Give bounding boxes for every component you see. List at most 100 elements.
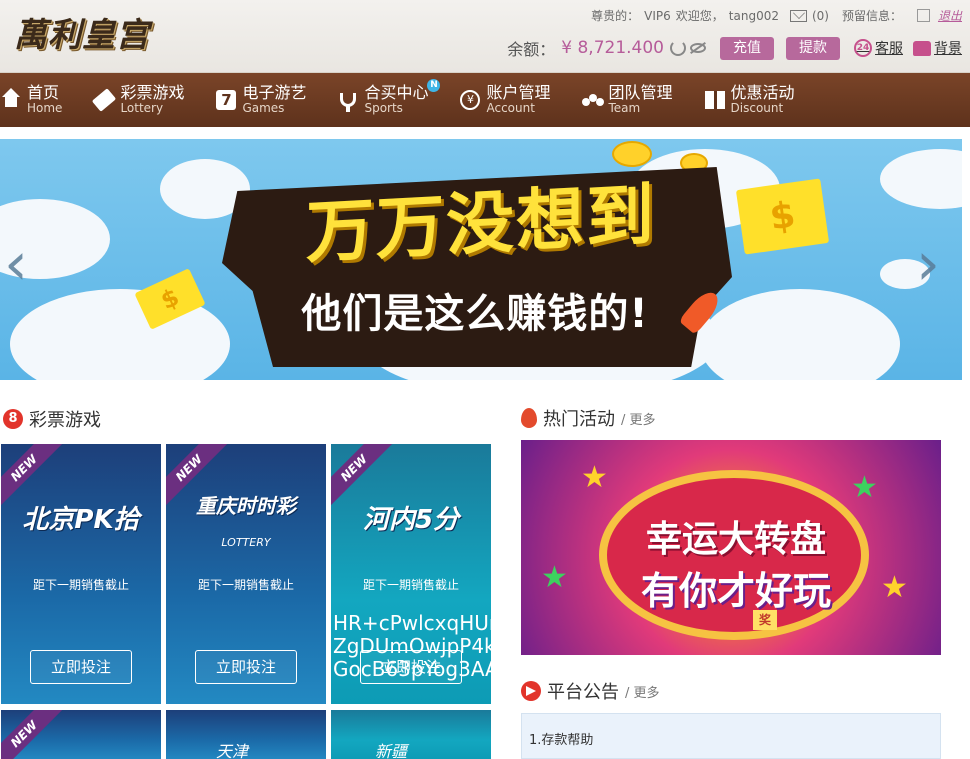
nav-label-en: Games bbox=[242, 101, 285, 116]
sale-deadline-label: 距下一期销售截止 bbox=[362, 578, 459, 592]
lottery-card-tianjin[interactable]: 天津 bbox=[166, 710, 326, 759]
nav-label-en: Team bbox=[608, 101, 641, 116]
section-title-text: 热门活动 bbox=[543, 409, 615, 430]
username: tang002 bbox=[728, 8, 779, 23]
nav-item-account[interactable]: ¥ 账户管理 Account bbox=[459, 73, 551, 127]
greeting-text: 尊贵的： bbox=[591, 9, 640, 23]
customer-service-label: 客服 bbox=[875, 41, 903, 57]
notice-list: 1.存款帮助 bbox=[521, 713, 941, 759]
hide-balance-icon[interactable] bbox=[690, 43, 706, 53]
lottery-card-cqssc[interactable]: NEW 重庆时时彩 LOTTERY 距下一期销售截止 立即投注 bbox=[166, 444, 326, 704]
lottery-card-bjpk10[interactable]: NEW 北京PK拾 距下一期销售截止 立即投注 bbox=[1, 444, 161, 704]
lucky-wheel-promo[interactable]: ★ ★ ★ ★ 幸运大转盘 有你才好玩 奖 bbox=[521, 440, 941, 655]
nav-item-games[interactable]: 7 电子游艺 Games bbox=[215, 73, 306, 127]
nav-item-team[interactable]: 团队管理 Team bbox=[581, 73, 673, 127]
prize-tag: 奖 bbox=[753, 610, 777, 630]
bet-now-button[interactable]: 立即投注 bbox=[195, 650, 297, 684]
logo-text: 萬利皇宫 bbox=[14, 15, 150, 54]
section-title-text: 平台公告 bbox=[547, 682, 619, 703]
new-ribbon: NEW bbox=[1, 444, 63, 507]
promo-banner[interactable]: $ $ 万万没想到 他们是这么赚钱的! ‹ › bbox=[0, 139, 962, 380]
nav-item-home[interactable]: 首页 Home bbox=[0, 73, 62, 127]
game-name: 重庆时时彩 bbox=[196, 494, 296, 518]
deposit-button[interactable]: 充值 bbox=[720, 36, 774, 60]
notice-title: 平台公告 / 更多 bbox=[521, 678, 660, 704]
sale-deadline-label: 距下一期销售截止 bbox=[32, 578, 129, 592]
banner-prev-arrow[interactable]: ‹ bbox=[4, 234, 28, 294]
lottery-section-title: 8 彩票游戏 bbox=[3, 406, 101, 432]
gift-icon bbox=[704, 89, 726, 111]
star-decoration: ★ bbox=[851, 470, 878, 505]
slot-seven-icon: 7 bbox=[215, 89, 237, 111]
background-theme-link[interactable]: 背景 bbox=[913, 38, 962, 58]
new-ribbon: NEW bbox=[1, 710, 63, 759]
more-link[interactable]: / 更多 bbox=[625, 682, 660, 701]
nav-label-cn: 首页 bbox=[27, 83, 60, 103]
vip-level: VIP6 bbox=[644, 8, 671, 23]
more-link[interactable]: / 更多 bbox=[621, 409, 656, 428]
fire-icon bbox=[521, 408, 537, 428]
game-name: 河内5分 bbox=[362, 505, 460, 535]
notice-item[interactable]: 1.存款帮助 bbox=[529, 729, 593, 748]
ticket-icon bbox=[92, 88, 117, 112]
lottery-card-hanoi5[interactable]: NEW 河内5分 距下一期销售截止 立即投注 HR+cPwlcxqHUmJpZg… bbox=[331, 444, 491, 704]
section-title-text: 彩票游戏 bbox=[29, 410, 101, 431]
nav-item-discount[interactable]: 优惠活动 Discount bbox=[704, 73, 795, 127]
overflow-text: HR+cPwlcxqHUmJpZgDUmOwjpP4k4ceGocB63pYog… bbox=[333, 611, 491, 681]
hot-activities-title: 热门活动 / 更多 bbox=[521, 405, 656, 431]
balance-value: ¥ 8,721.400 bbox=[561, 38, 664, 58]
customer-service-link[interactable]: 24 客服 bbox=[854, 38, 903, 58]
star-decoration: ★ bbox=[541, 560, 568, 595]
welcome-text: 欢迎您， bbox=[675, 9, 724, 23]
nav-item-lottery[interactable]: 彩票游戏 Lottery bbox=[92, 73, 185, 127]
game-subtitle: LOTTERY bbox=[221, 536, 271, 549]
lottery-card[interactable]: NEW bbox=[1, 710, 161, 759]
promo-line-2: 有你才好玩 bbox=[640, 569, 831, 613]
nav-label-cn: 账户管理 bbox=[486, 83, 551, 103]
coin-icon: ¥ bbox=[459, 89, 481, 111]
team-icon bbox=[581, 89, 604, 111]
site-header: 萬利皇宫 尊贵的： VIP6 欢迎您， tang002 (0) 预留信息： 退出… bbox=[0, 0, 970, 73]
nav-label-cn: 电子游艺 bbox=[242, 83, 307, 103]
new-badge: N bbox=[427, 79, 441, 92]
nav-label-cn: 合买中心 bbox=[364, 83, 429, 103]
game-name: 新疆 bbox=[375, 742, 408, 759]
coin-decoration bbox=[612, 141, 652, 167]
lottery-ball-icon: 8 bbox=[3, 409, 23, 429]
nav-label-en: Discount bbox=[730, 101, 784, 116]
mail-count[interactable]: (0) bbox=[812, 9, 829, 23]
nav-label-en: Lottery bbox=[120, 101, 164, 116]
mail-icon[interactable] bbox=[789, 9, 807, 22]
background-theme-label: 背景 bbox=[934, 41, 962, 57]
bet-now-button[interactable]: 立即投注 bbox=[30, 650, 132, 684]
main-nav: 首页 Home 彩票游戏 Lottery 7 电子游艺 Games 合买中心 Sport… bbox=[0, 73, 970, 127]
nav-label-en: Account bbox=[486, 101, 535, 116]
nav-label-cn: 团队管理 bbox=[608, 83, 673, 103]
sale-deadline-label: 距下一期销售截止 bbox=[197, 578, 294, 592]
nav-label-cn: 优惠活动 bbox=[730, 83, 795, 103]
game-name: 天津 bbox=[216, 742, 249, 759]
promo-line-1: 幸运大转盘 bbox=[645, 519, 826, 560]
edit-icon[interactable] bbox=[916, 9, 930, 22]
money-note-decoration: $ bbox=[735, 178, 830, 255]
cloud-decoration bbox=[880, 149, 962, 209]
headset-24-icon: 24 bbox=[854, 39, 872, 57]
logout-link[interactable]: 退出 bbox=[938, 7, 962, 24]
home-icon bbox=[0, 88, 22, 111]
withdraw-button[interactable]: 提款 bbox=[786, 36, 840, 60]
nav-label-en: Sports bbox=[364, 101, 403, 116]
game-name: 北京PK拾 bbox=[22, 505, 140, 535]
star-decoration: ★ bbox=[881, 570, 908, 605]
user-info-bar: 尊贵的： VIP6 欢迎您， tang002 (0) 预留信息： 退出 bbox=[591, 7, 962, 24]
banner-subtitle: 他们是这么赚钱的! bbox=[301, 291, 649, 337]
refresh-icon[interactable] bbox=[670, 40, 686, 56]
reserved-info-label: 预留信息： bbox=[841, 9, 902, 23]
new-ribbon: NEW bbox=[331, 444, 393, 507]
megaphone-icon bbox=[521, 681, 541, 701]
balance-label: 余额： bbox=[507, 40, 556, 59]
lottery-card-xinjiang[interactable]: 新疆 bbox=[331, 710, 491, 759]
banner-next-arrow[interactable]: › bbox=[916, 234, 940, 294]
site-logo[interactable]: 萬利皇宫 bbox=[14, 6, 174, 64]
nav-label-cn: 彩票游戏 bbox=[120, 83, 185, 103]
nav-item-sports[interactable]: 合买中心 Sports N bbox=[337, 73, 441, 127]
